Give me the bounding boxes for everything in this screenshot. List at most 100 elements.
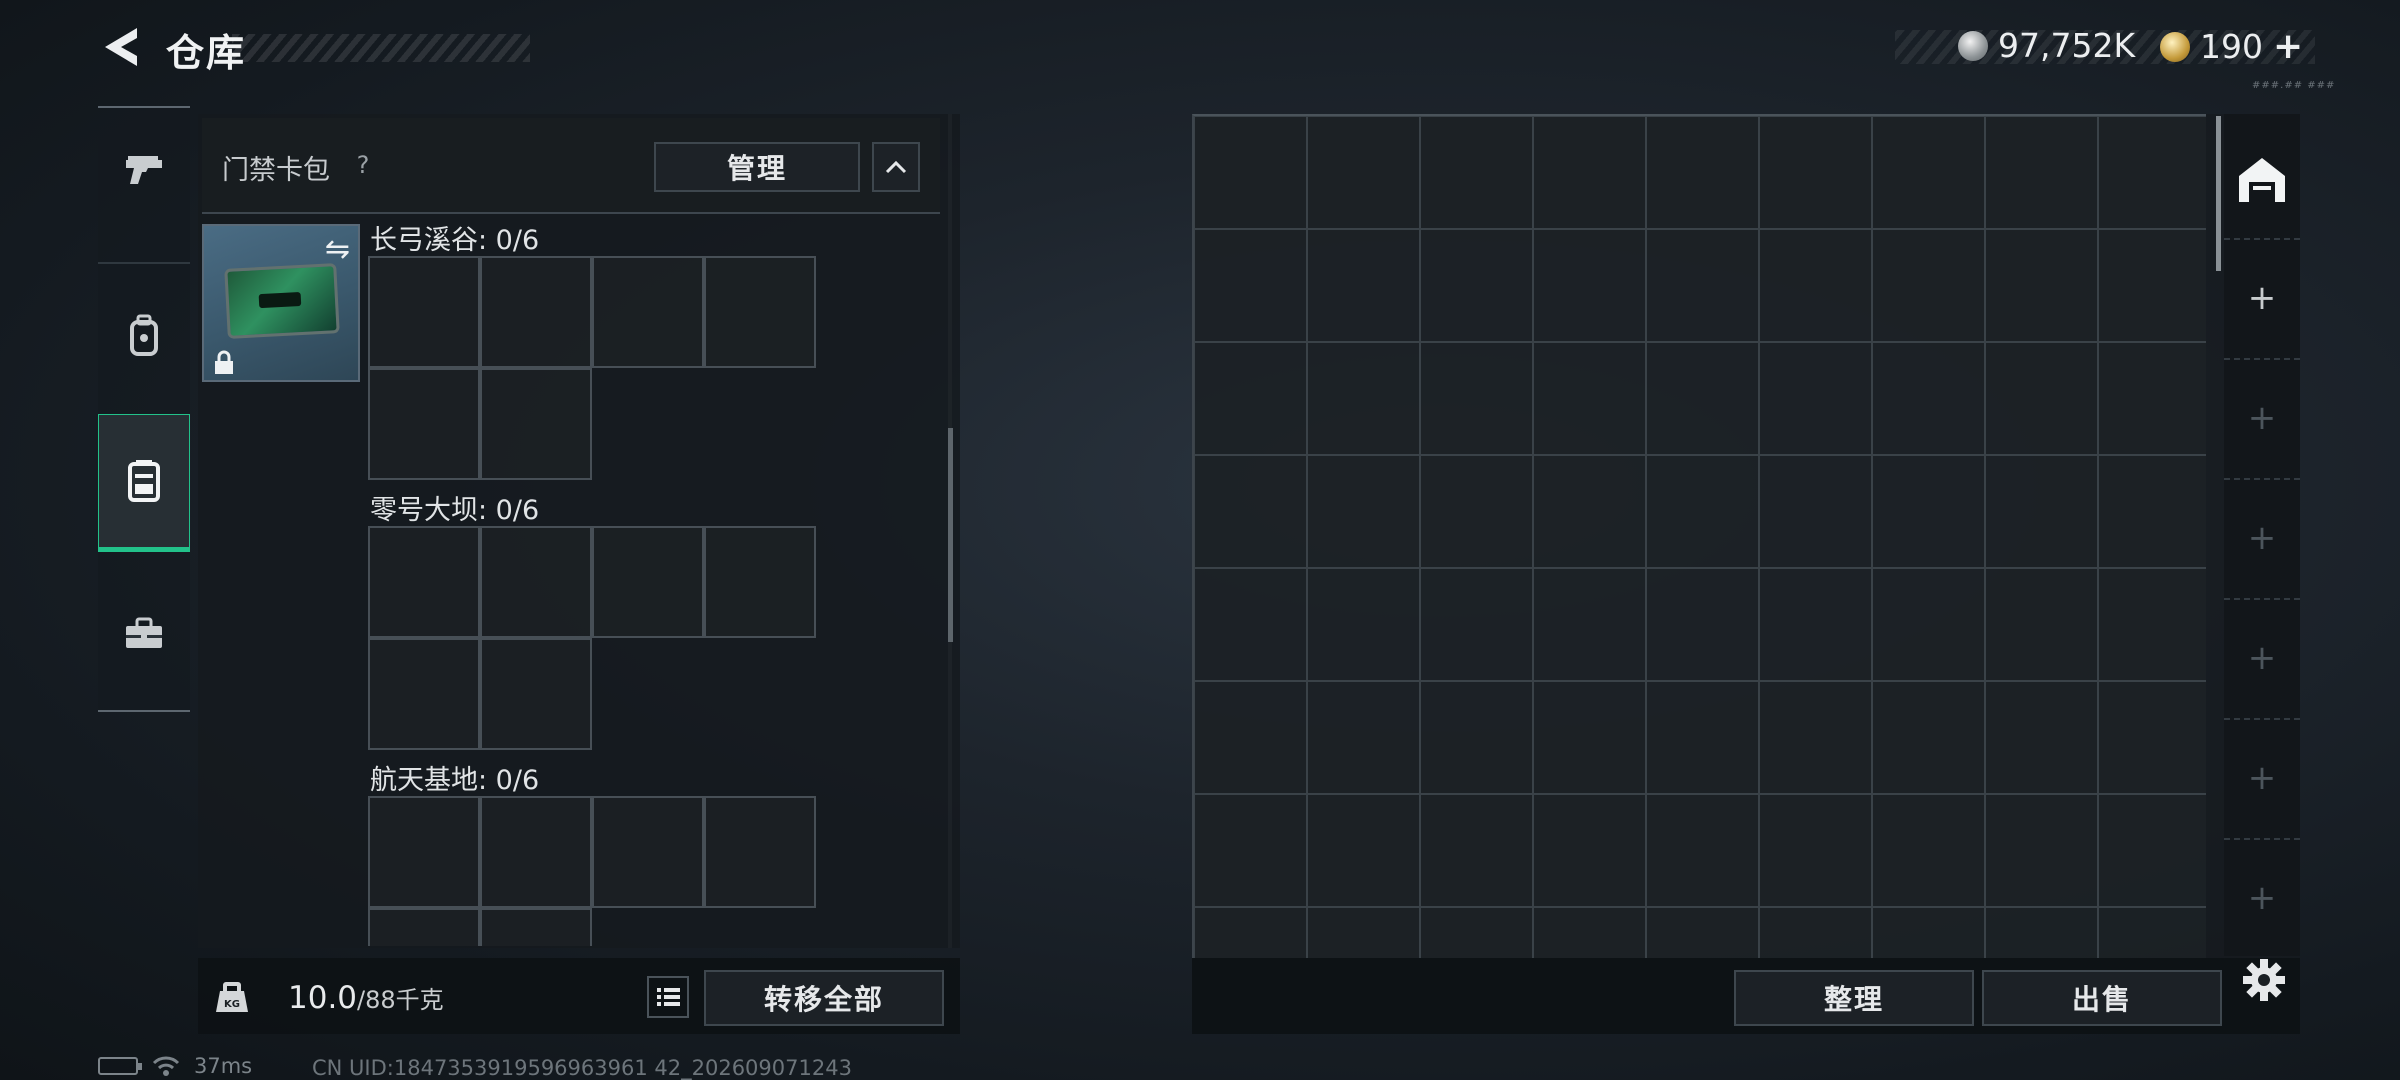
storage-grid-cell[interactable] [1872,568,1985,681]
nav-gear[interactable] [98,286,190,386]
storage-grid-cell[interactable] [2098,455,2206,568]
keycard-slot[interactable] [704,796,816,908]
storage-grid-cell[interactable] [1646,116,1759,229]
storage-grid-cell[interactable] [1985,681,2098,794]
storage-tab-main[interactable] [2224,122,2300,238]
storage-grid-cell[interactable] [1194,229,1307,342]
keycard-slot[interactable] [368,638,480,750]
storage-grid-cell[interactable] [1872,116,1985,229]
keycard-slot[interactable] [480,908,592,946]
storage-grid-cell[interactable] [1533,116,1646,229]
storage-grid-cell[interactable] [1307,342,1420,455]
currency-add-button[interactable]: + [2273,26,2303,67]
storage-tab-add[interactable]: + [2224,720,2300,836]
collapse-button[interactable] [872,142,920,192]
keycard-slot[interactable] [368,256,480,368]
keycard-slot[interactable] [368,796,480,908]
storage-grid-cell[interactable] [2098,568,2206,681]
keycard-slot[interactable] [704,526,816,638]
storage-grid-cell[interactable] [1307,229,1420,342]
storage-grid-cell[interactable] [1533,568,1646,681]
storage-grid-cell[interactable] [1646,229,1759,342]
storage-grid-cell[interactable] [1533,681,1646,794]
storage-grid-cell[interactable] [1985,794,2098,907]
storage-grid-cell[interactable] [1646,568,1759,681]
storage-grid-cell[interactable] [2098,116,2206,229]
storage-grid-cell[interactable] [1759,455,1872,568]
storage-grid-cell[interactable] [1420,116,1533,229]
storage-grid-cell[interactable] [1420,794,1533,907]
storage-grid-cell[interactable] [1646,681,1759,794]
nav-keycards[interactable] [98,414,190,552]
storage-grid-cell[interactable] [2098,907,2206,958]
keycard-slot[interactable] [480,368,592,480]
storage-grid-cell[interactable] [1985,116,2098,229]
storage-grid-cell[interactable] [1759,681,1872,794]
swap-icon[interactable]: ⇋ [325,232,350,267]
storage-tab-add[interactable]: + [2224,360,2300,476]
storage-grid-cell[interactable] [1420,568,1533,681]
storage-grid-cell[interactable] [1872,229,1985,342]
storage-grid-cell[interactable] [2098,681,2206,794]
storage-grid-cell[interactable] [1307,794,1420,907]
storage-grid-cell[interactable] [1194,794,1307,907]
keycard-slot[interactable] [368,368,480,480]
storage-grid-cell[interactable] [1759,907,1872,958]
storage-tab-add[interactable]: + [2224,480,2300,596]
storage-grid-cell[interactable] [1872,907,1985,958]
storage-grid-cell[interactable] [1307,568,1420,681]
currency-secondary[interactable]: 190 + [2160,26,2303,67]
storage-grid-cell[interactable] [1533,455,1646,568]
storage-grid-cell[interactable] [1533,229,1646,342]
storage-grid-cell[interactable] [1759,794,1872,907]
storage-grid-cell[interactable] [2098,342,2206,455]
left-scrollbar-thumb[interactable] [948,428,953,642]
storage-scrollbar-thumb[interactable] [2216,116,2221,271]
storage-grid-cell[interactable] [1194,342,1307,455]
storage-grid-cell[interactable] [1307,455,1420,568]
storage-grid-cell[interactable] [1420,681,1533,794]
manage-button[interactable]: 管理 [654,142,860,192]
keycard-slot[interactable] [480,638,592,750]
storage-grid-cell[interactable] [1872,794,1985,907]
storage-grid-cell[interactable] [1985,229,2098,342]
storage-grid-cell[interactable] [1307,907,1420,958]
keycard-slot[interactable] [592,256,704,368]
storage-grid-cell[interactable] [1533,342,1646,455]
keycard-case-item[interactable]: ⇋ [202,224,360,382]
transfer-all-button[interactable]: 转移全部 [704,970,944,1026]
storage-grid-cell[interactable] [1194,568,1307,681]
storage-grid-cell[interactable] [1985,455,2098,568]
storage-grid-cell[interactable] [1872,681,1985,794]
storage-grid-cell[interactable] [1646,455,1759,568]
keycard-slot[interactable] [704,256,816,368]
storage-grid-cell[interactable] [1985,907,2098,958]
storage-grid-cell[interactable] [1420,455,1533,568]
storage-grid-cell[interactable] [1646,794,1759,907]
storage-grid-cell[interactable] [1533,794,1646,907]
storage-grid-cell[interactable] [1420,229,1533,342]
storage-grid-cell[interactable] [1420,342,1533,455]
storage-grid-cell[interactable] [1194,116,1307,229]
storage-grid-cell[interactable] [1985,342,2098,455]
storage-grid-cell[interactable] [1872,455,1985,568]
sell-button[interactable]: 出售 [1982,970,2222,1026]
storage-grid-cell[interactable] [1646,342,1759,455]
storage-grid-cell[interactable] [1420,907,1533,958]
storage-tab-add[interactable]: + [2224,600,2300,716]
storage-grid-cell[interactable] [2098,794,2206,907]
storage-grid-cell[interactable] [1307,681,1420,794]
storage-grid-cell[interactable] [1872,342,1985,455]
storage-grid-cell[interactable] [1759,342,1872,455]
storage-grid-cell[interactable] [1307,116,1420,229]
keycard-slot[interactable] [368,526,480,638]
arrange-button[interactable]: 整理 [1734,970,1974,1026]
keycard-slot[interactable] [480,526,592,638]
storage-grid-cell[interactable] [1759,116,1872,229]
help-icon[interactable]: ? [346,148,380,182]
nav-supplies[interactable] [98,584,190,684]
storage-grid-cell[interactable] [1194,455,1307,568]
storage-grid-cell[interactable] [1759,229,1872,342]
storage-grid-cell[interactable] [1533,907,1646,958]
nav-weapons[interactable] [98,120,190,220]
